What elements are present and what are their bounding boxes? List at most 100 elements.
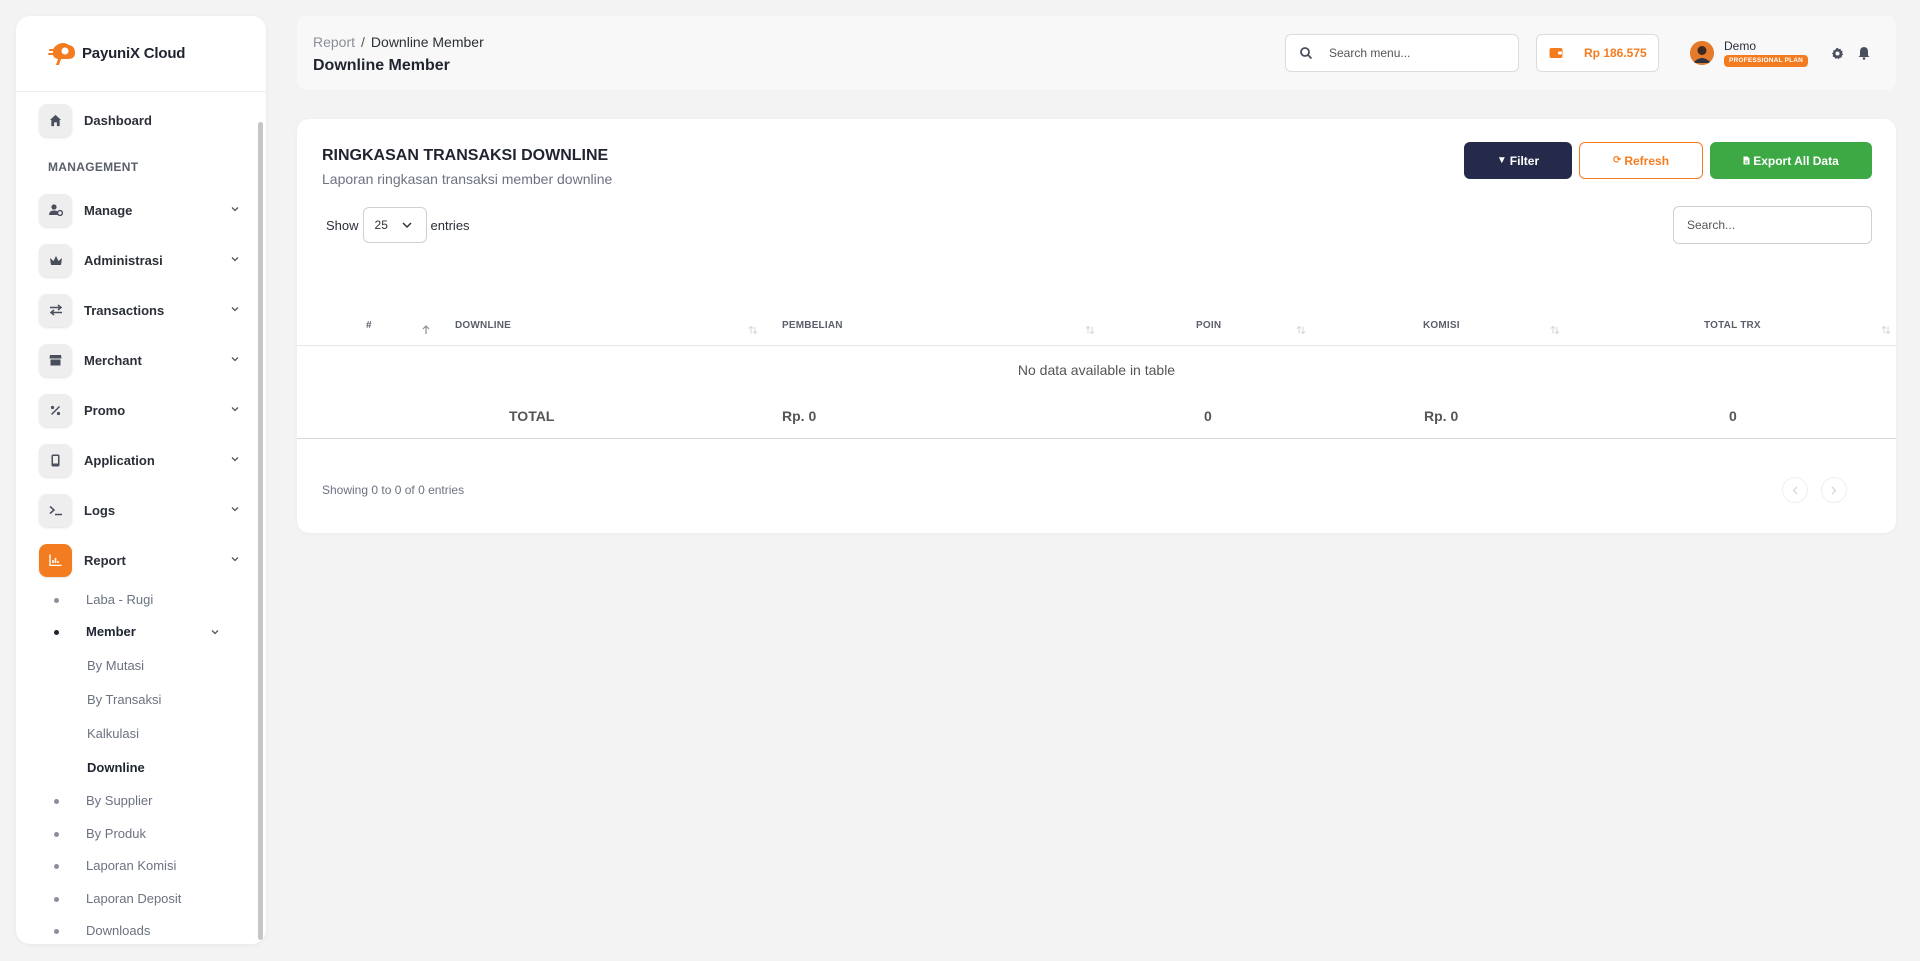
balance-button[interactable]: Rp 186.575 — [1536, 34, 1659, 72]
brand-logo-icon — [48, 42, 75, 65]
sidebar-item-dashboard[interactable]: Dashboard — [39, 103, 239, 137]
filter-button[interactable]: ▼ Filter — [1464, 142, 1572, 179]
refresh-button-label: Refresh — [1624, 153, 1670, 168]
refresh-icon: ⟳ — [1612, 155, 1622, 166]
file-icon — [1743, 156, 1750, 165]
sidebar-sub-downloads[interactable]: Downloads — [86, 923, 150, 938]
export-button-label: Export All Data — [1753, 153, 1839, 168]
sidebar-item-label: Administrasi — [84, 252, 163, 268]
section-title-management: MANAGEMENT — [48, 160, 139, 174]
table-empty-message: No data available in table — [1017, 362, 1176, 378]
table-search[interactable] — [1673, 206, 1872, 244]
sidebar-item-report[interactable]: Report — [39, 543, 239, 577]
footer-total-pembelian: Rp. 0 — [782, 408, 817, 424]
sidebar-sub-kalkulasi[interactable]: Kalkulasi — [87, 726, 139, 741]
pagination-next-button[interactable] — [1821, 477, 1847, 503]
store-icon — [39, 343, 72, 377]
crown-icon — [39, 243, 72, 277]
sort-icon[interactable] — [1085, 325, 1095, 335]
sidebar-sub-by-produk[interactable]: By Produk — [86, 826, 146, 841]
balance-amount: Rp 186.575 — [1584, 46, 1647, 60]
sort-asc-icon[interactable] — [421, 325, 431, 335]
column-header-downline[interactable]: DOWNLINE — [455, 320, 511, 331]
plan-badge: PROFESSIONAL PLAN — [1724, 55, 1809, 67]
pagination-previous-button[interactable] — [1782, 477, 1808, 503]
chevron-down-icon — [231, 507, 239, 512]
show-entries: Show 25 entries — [326, 207, 470, 243]
bullet-icon — [54, 598, 59, 603]
chevron-down-icon[interactable] — [211, 628, 219, 636]
column-header-number[interactable]: # — [366, 320, 372, 331]
chevron-down-icon — [231, 307, 239, 312]
chevron-left-icon — [1792, 486, 1798, 494]
home-icon — [39, 103, 72, 137]
sidebar-sub-by-mutasi[interactable]: By Mutasi — [87, 658, 144, 673]
menu-search[interactable] — [1285, 34, 1519, 72]
sort-icon[interactable] — [1881, 325, 1891, 335]
sidebar-sub-laba-rugi[interactable]: Laba - Rugi — [86, 592, 153, 607]
sidebar-sub-laporan-komisi[interactable]: Laporan Komisi — [86, 858, 176, 873]
chevron-down-icon — [231, 557, 239, 562]
bullet-icon — [54, 630, 59, 635]
chevron-right-icon — [1831, 486, 1837, 494]
column-header-poin[interactable]: POIN — [1196, 320, 1221, 331]
chevron-down-icon — [231, 207, 239, 212]
table-search-input[interactable] — [1674, 207, 1871, 243]
show-label: Show — [326, 217, 359, 233]
sidebar-item-label: Merchant — [84, 352, 142, 368]
sort-icon[interactable] — [748, 325, 758, 335]
sidebar-item-application[interactable]: Application — [39, 443, 239, 477]
sidebar-item-promo[interactable]: Promo — [39, 393, 239, 427]
terminal-icon — [39, 493, 72, 527]
menu-search-input[interactable] — [1329, 46, 1509, 60]
chevron-down-icon — [231, 257, 239, 262]
report-card: RINGKASAN TRANSAKSI DOWNLINE Laporan rin… — [297, 119, 1896, 533]
table-footer-divider — [297, 438, 1896, 439]
bell-icon[interactable] — [1858, 46, 1870, 60]
sidebar-item-manage[interactable]: Manage — [39, 193, 239, 227]
column-header-komisi[interactable]: KOMISI — [1423, 320, 1460, 331]
entries-select[interactable]: 25 — [362, 207, 427, 243]
sidebar-sub-by-transaksi[interactable]: By Transaksi — [87, 692, 161, 707]
footer-total-trx: 0 — [1729, 408, 1737, 424]
table-header-divider — [297, 345, 1896, 346]
sidebar-scrollbar[interactable] — [258, 122, 263, 940]
bullet-icon — [54, 864, 59, 869]
sidebar-item-logs[interactable]: Logs — [39, 493, 239, 527]
sidebar-item-transactions[interactable]: Transactions — [39, 293, 239, 327]
sidebar-item-merchant[interactable]: Merchant — [39, 343, 239, 377]
gear-icon[interactable] — [1831, 47, 1844, 60]
sidebar-sub-downline[interactable]: Downline — [87, 760, 145, 775]
bullet-icon — [54, 832, 59, 837]
sidebar-item-label: Promo — [84, 402, 126, 418]
table-info: Showing 0 to 0 of 0 entries — [322, 483, 465, 497]
sort-icon[interactable] — [1550, 325, 1560, 335]
percent-icon — [39, 393, 72, 427]
sidebar-sub-laporan-deposit[interactable]: Laporan Deposit — [86, 891, 181, 906]
sidebar: PayuniX Cloud Dashboard MANAGEMENT Manag… — [16, 16, 266, 944]
avatar[interactable] — [1690, 41, 1714, 65]
chart-bar-icon — [39, 543, 72, 577]
chevron-down-icon — [231, 457, 239, 462]
user-gear-icon — [39, 193, 72, 227]
footer-total-label: TOTAL — [509, 408, 555, 424]
export-all-button[interactable]: Export All Data — [1710, 142, 1872, 179]
column-header-total-trx[interactable]: TOTAL TRX — [1704, 320, 1761, 331]
sidebar-sub-by-supplier[interactable]: By Supplier — [86, 793, 152, 808]
breadcrumb-root[interactable]: Report — [313, 34, 355, 50]
user-name[interactable]: Demo — [1724, 39, 1756, 53]
footer-total-poin: 0 — [1204, 408, 1212, 424]
column-header-pembelian[interactable]: PEMBELIAN — [782, 320, 843, 331]
sidebar-item-label: Report — [84, 552, 126, 568]
sidebar-sub-member[interactable]: Member — [86, 624, 136, 639]
sort-icon[interactable] — [1296, 325, 1306, 335]
breadcrumb: Report / Downline Member — [313, 34, 484, 50]
refresh-button[interactable]: ⟳ Refresh — [1579, 142, 1703, 179]
wallet-icon — [1549, 48, 1563, 58]
brand[interactable]: PayuniX Cloud — [16, 16, 266, 92]
top-header: Report / Downline Member Downline Member R… — [297, 16, 1896, 90]
mobile-icon — [39, 443, 72, 477]
filter-button-label: Filter — [1509, 153, 1540, 168]
bullet-icon — [54, 799, 59, 804]
sidebar-item-administrasi[interactable]: Administrasi — [39, 243, 239, 277]
